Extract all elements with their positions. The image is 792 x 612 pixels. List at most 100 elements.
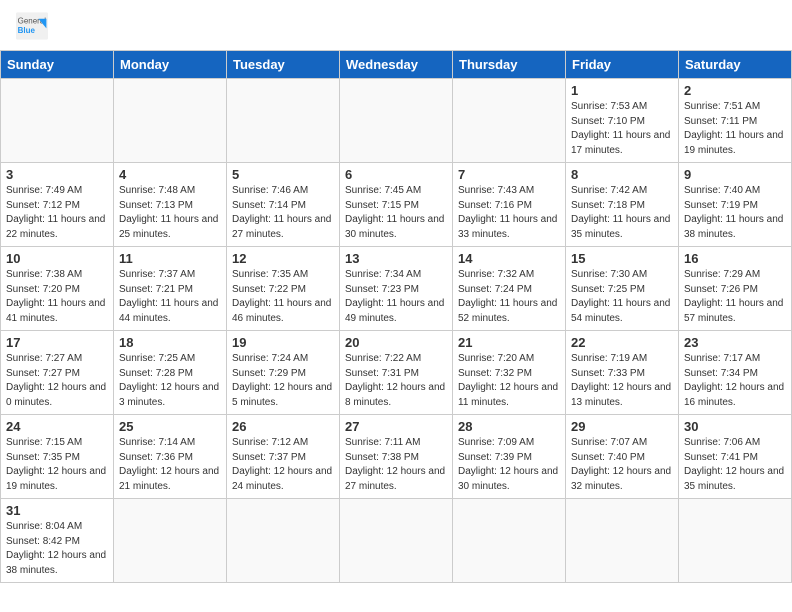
day-number: 24	[6, 419, 108, 434]
calendar-cell: 12 Sunrise: 7:35 AM Sunset: 7:22 PM Dayli…	[227, 247, 340, 331]
calendar-cell: 13Sunrise: 7:34 AM Sunset: 7:23 PM Dayli…	[340, 247, 453, 331]
logo: General Blue	[16, 12, 52, 40]
calendar-cell	[340, 79, 453, 163]
weekday-header-saturday: Saturday	[679, 51, 792, 79]
day-info: Sunrise: 7:12 AM Sunset: 7:37 PM Dayligh…	[232, 436, 334, 494]
calendar-cell: 4 Sunrise: 7:48 AM Sunset: 7:13 PM Daylig…	[114, 163, 227, 247]
day-number: 12	[232, 251, 334, 266]
calendar-cell: 10Sunrise: 7:38 AM Sunset: 7:20 PM Dayli…	[1, 247, 114, 331]
day-info: Sunrise: 7:07 AM Sunset: 7:40 PM Dayligh…	[571, 436, 673, 494]
day-info: Sunrise: 7:24 AM Sunset: 7:29 PM Dayligh…	[232, 352, 334, 410]
day-number: 27	[345, 419, 447, 434]
calendar-cell: 15 Sunrise: 7:30 AM Sunset: 7:25 PM Dayli…	[566, 247, 679, 331]
day-info: Sunrise: 7:32 AM Sunset: 7:24 PM Dayligh…	[458, 268, 560, 326]
day-info: Sunrise: 7:11 AM Sunset: 7:38 PM Dayligh…	[345, 436, 447, 494]
weekday-header-sunday: Sunday	[1, 51, 114, 79]
weekday-header-wednesday: Wednesday	[340, 51, 453, 79]
day-number: 20	[345, 335, 447, 350]
logo-icon: General Blue	[16, 12, 48, 40]
day-info: Sunrise: 7:22 AM Sunset: 7:31 PM Dayligh…	[345, 352, 447, 410]
calendar-cell: 20 Sunrise: 7:22 AM Sunset: 7:31 PM Dayli…	[340, 331, 453, 415]
calendar-cell: 8 Sunrise: 7:42 AM Sunset: 7:18 PM Daylig…	[566, 163, 679, 247]
day-info: Sunrise: 7:51 AM Sunset: 7:11 PM Dayligh…	[684, 100, 786, 158]
calendar-cell	[114, 79, 227, 163]
calendar-cell: 9Sunrise: 7:40 AM Sunset: 7:19 PM Daylig…	[679, 163, 792, 247]
svg-text:Blue: Blue	[18, 26, 36, 35]
calendar-cell: 28Sunrise: 7:09 AM Sunset: 7:39 PM Dayli…	[453, 415, 566, 499]
day-number: 11	[119, 251, 221, 266]
day-number: 18	[119, 335, 221, 350]
calendar-cell	[566, 499, 679, 583]
day-info: Sunrise: 7:15 AM Sunset: 7:35 PM Dayligh…	[6, 436, 108, 494]
day-number: 5	[232, 167, 334, 182]
day-number: 22	[571, 335, 673, 350]
day-number: 10	[6, 251, 108, 266]
calendar-cell: 1Sunrise: 7:53 AM Sunset: 7:10 PM Daylig…	[566, 79, 679, 163]
day-number: 4	[119, 167, 221, 182]
day-number: 1	[571, 83, 673, 98]
calendar-cell: 5 Sunrise: 7:46 AM Sunset: 7:14 PM Daylig…	[227, 163, 340, 247]
day-number: 30	[684, 419, 786, 434]
weekday-header-monday: Monday	[114, 51, 227, 79]
day-number: 21	[458, 335, 560, 350]
calendar-cell	[453, 499, 566, 583]
day-info: Sunrise: 7:30 AM Sunset: 7:25 PM Dayligh…	[571, 268, 673, 326]
day-number: 14	[458, 251, 560, 266]
weekday-header-thursday: Thursday	[453, 51, 566, 79]
day-number: 6	[345, 167, 447, 182]
calendar-cell: 3 Sunrise: 7:49 AM Sunset: 7:12 PM Daylig…	[1, 163, 114, 247]
calendar-cell: 11 Sunrise: 7:37 AM Sunset: 7:21 PM Dayli…	[114, 247, 227, 331]
week-row-1: 1Sunrise: 7:53 AM Sunset: 7:10 PM Daylig…	[1, 79, 792, 163]
calendar-cell: 21Sunrise: 7:20 AM Sunset: 7:32 PM Dayli…	[453, 331, 566, 415]
calendar-cell: 30 Sunrise: 7:06 AM Sunset: 7:41 PM Dayli…	[679, 415, 792, 499]
day-info: Sunrise: 7:34 AM Sunset: 7:23 PM Dayligh…	[345, 268, 447, 326]
day-number: 16	[684, 251, 786, 266]
week-row-5: 24 Sunrise: 7:15 AM Sunset: 7:35 PM Dayli…	[1, 415, 792, 499]
page-header: General Blue	[0, 0, 792, 46]
day-number: 2	[684, 83, 786, 98]
day-number: 3	[6, 167, 108, 182]
week-row-6: 31Sunrise: 8:04 AM Sunset: 8:42 PM Dayli…	[1, 499, 792, 583]
day-number: 15	[571, 251, 673, 266]
calendar-cell: 23 Sunrise: 7:17 AM Sunset: 7:34 PM Dayli…	[679, 331, 792, 415]
day-info: Sunrise: 7:17 AM Sunset: 7:34 PM Dayligh…	[684, 352, 786, 410]
day-info: Sunrise: 7:35 AM Sunset: 7:22 PM Dayligh…	[232, 268, 334, 326]
day-info: Sunrise: 7:06 AM Sunset: 7:41 PM Dayligh…	[684, 436, 786, 494]
calendar-cell	[227, 499, 340, 583]
calendar-cell	[227, 79, 340, 163]
day-number: 29	[571, 419, 673, 434]
day-info: Sunrise: 7:19 AM Sunset: 7:33 PM Dayligh…	[571, 352, 673, 410]
week-row-2: 3 Sunrise: 7:49 AM Sunset: 7:12 PM Daylig…	[1, 163, 792, 247]
day-number: 23	[684, 335, 786, 350]
calendar-cell: 7Sunrise: 7:43 AM Sunset: 7:16 PM Daylig…	[453, 163, 566, 247]
day-info: Sunrise: 7:49 AM Sunset: 7:12 PM Dayligh…	[6, 184, 108, 242]
calendar-cell	[114, 499, 227, 583]
calendar-cell: 24 Sunrise: 7:15 AM Sunset: 7:35 PM Dayli…	[1, 415, 114, 499]
calendar-cell: 27 Sunrise: 7:11 AM Sunset: 7:38 PM Dayli…	[340, 415, 453, 499]
day-info: Sunrise: 7:14 AM Sunset: 7:36 PM Dayligh…	[119, 436, 221, 494]
day-info: Sunrise: 7:37 AM Sunset: 7:21 PM Dayligh…	[119, 268, 221, 326]
calendar-cell: 17Sunrise: 7:27 AM Sunset: 7:27 PM Dayli…	[1, 331, 114, 415]
day-number: 8	[571, 167, 673, 182]
day-number: 9	[684, 167, 786, 182]
calendar-cell: 2 Sunrise: 7:51 AM Sunset: 7:11 PM Daylig…	[679, 79, 792, 163]
day-info: Sunrise: 7:25 AM Sunset: 7:28 PM Dayligh…	[119, 352, 221, 410]
day-info: Sunrise: 7:42 AM Sunset: 7:18 PM Dayligh…	[571, 184, 673, 242]
day-number: 28	[458, 419, 560, 434]
calendar-cell: 22 Sunrise: 7:19 AM Sunset: 7:33 PM Dayli…	[566, 331, 679, 415]
calendar-cell: 18 Sunrise: 7:25 AM Sunset: 7:28 PM Dayli…	[114, 331, 227, 415]
day-info: Sunrise: 7:43 AM Sunset: 7:16 PM Dayligh…	[458, 184, 560, 242]
day-info: Sunrise: 7:45 AM Sunset: 7:15 PM Dayligh…	[345, 184, 447, 242]
weekday-header-friday: Friday	[566, 51, 679, 79]
day-info: Sunrise: 7:46 AM Sunset: 7:14 PM Dayligh…	[232, 184, 334, 242]
calendar-cell: 6 Sunrise: 7:45 AM Sunset: 7:15 PM Daylig…	[340, 163, 453, 247]
day-info: Sunrise: 7:48 AM Sunset: 7:13 PM Dayligh…	[119, 184, 221, 242]
day-info: Sunrise: 7:29 AM Sunset: 7:26 PM Dayligh…	[684, 268, 786, 326]
weekday-header-row: SundayMondayTuesdayWednesdayThursdayFrid…	[1, 51, 792, 79]
calendar-cell: 19 Sunrise: 7:24 AM Sunset: 7:29 PM Dayli…	[227, 331, 340, 415]
day-number: 17	[6, 335, 108, 350]
day-number: 19	[232, 335, 334, 350]
day-info: Sunrise: 8:04 AM Sunset: 8:42 PM Dayligh…	[6, 520, 108, 578]
calendar-cell	[1, 79, 114, 163]
weekday-header-tuesday: Tuesday	[227, 51, 340, 79]
